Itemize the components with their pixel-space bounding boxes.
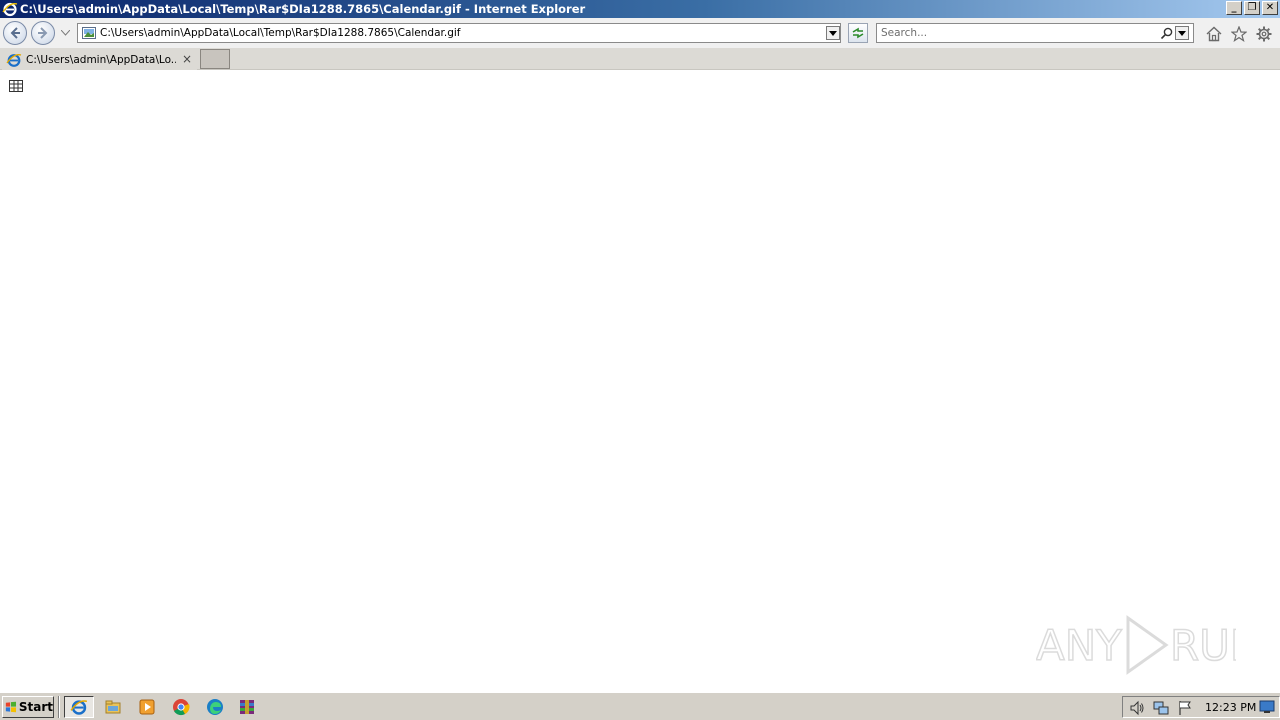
search-icon[interactable] bbox=[1160, 27, 1173, 40]
edge-icon bbox=[207, 699, 223, 715]
back-button[interactable] bbox=[3, 21, 27, 45]
address-bar[interactable]: C:\Users\admin\AppData\Local\Temp\Rar$DI… bbox=[77, 23, 841, 43]
tab-close-icon[interactable]: × bbox=[181, 53, 193, 65]
restore-button[interactable]: ❐ bbox=[1244, 1, 1260, 15]
taskbar-internet-explorer[interactable] bbox=[64, 696, 94, 718]
anyrun-watermark-logo: ANY RUN bbox=[1036, 615, 1236, 675]
network-icon[interactable] bbox=[1153, 700, 1169, 716]
system-tray: 12:23 PM bbox=[1122, 696, 1280, 718]
tab-label: C:\Users\admin\AppData\Lo... bbox=[26, 53, 176, 66]
recent-pages-chevron-icon[interactable] bbox=[61, 30, 70, 36]
winrar-icon bbox=[240, 700, 254, 714]
page-content: ANY RUN bbox=[0, 70, 1280, 692]
tab-bar: C:\Users\admin\AppData\Lo... × bbox=[0, 48, 1280, 70]
svg-text:ANY: ANY bbox=[1036, 621, 1122, 670]
taskbar-separator bbox=[58, 696, 60, 718]
taskbar-edge[interactable] bbox=[200, 696, 230, 718]
search-dropdown-button[interactable] bbox=[1175, 26, 1189, 40]
windows-flag-icon bbox=[5, 701, 17, 713]
back-icon bbox=[10, 27, 20, 39]
chevron-down-icon bbox=[829, 30, 837, 36]
search-box[interactable] bbox=[876, 23, 1194, 43]
volume-icon[interactable] bbox=[1129, 700, 1145, 716]
navigation-bar: C:\Users\admin\AppData\Local\Temp\Rar$DI… bbox=[0, 18, 1280, 48]
show-desktop-icon[interactable] bbox=[1259, 700, 1275, 714]
close-button[interactable]: ✕ bbox=[1262, 1, 1278, 15]
favorites-star-icon[interactable] bbox=[1231, 26, 1247, 42]
internet-explorer-icon bbox=[6, 53, 22, 67]
action-center-flag-icon[interactable] bbox=[1177, 700, 1193, 716]
svg-text:RUN: RUN bbox=[1170, 621, 1236, 670]
refresh-icon bbox=[852, 27, 864, 39]
system-clock[interactable]: 12:23 PM bbox=[1205, 701, 1256, 714]
internet-explorer-icon bbox=[2, 2, 18, 17]
new-tab-button[interactable] bbox=[200, 49, 230, 69]
window-title: C:\Users\admin\AppData\Local\Temp\Rar$DI… bbox=[20, 2, 586, 16]
window-controls: _ ❐ ✕ bbox=[1226, 1, 1278, 15]
chevron-down-icon bbox=[1178, 30, 1186, 36]
refresh-button[interactable] bbox=[848, 23, 868, 43]
image-file-icon bbox=[82, 27, 96, 39]
taskbar-media-player[interactable] bbox=[132, 696, 162, 718]
home-icon[interactable] bbox=[1206, 26, 1222, 42]
forward-icon bbox=[38, 27, 48, 39]
file-explorer-icon bbox=[105, 700, 121, 714]
taskbar-winrar[interactable] bbox=[232, 696, 262, 718]
taskbar-file-explorer[interactable] bbox=[98, 696, 128, 718]
forward-button[interactable] bbox=[31, 21, 55, 45]
taskbar: Start 12:23 PM bbox=[0, 692, 1280, 720]
taskbar-chrome[interactable] bbox=[166, 696, 196, 718]
address-text: C:\Users\admin\AppData\Local\Temp\Rar$DI… bbox=[100, 27, 461, 39]
title-bar: C:\Users\admin\AppData\Local\Temp\Rar$DI… bbox=[0, 0, 1280, 18]
tab-calendar-gif[interactable]: C:\Users\admin\AppData\Lo... × bbox=[2, 49, 197, 70]
tools-gear-icon[interactable] bbox=[1256, 26, 1272, 42]
start-label: Start bbox=[18, 700, 53, 714]
search-input[interactable] bbox=[881, 27, 1151, 39]
broken-image-icon bbox=[9, 80, 23, 92]
start-button[interactable]: Start bbox=[2, 696, 54, 718]
minimize-button[interactable]: _ bbox=[1226, 1, 1242, 15]
media-player-icon bbox=[139, 699, 155, 715]
chrome-icon bbox=[173, 699, 190, 716]
address-dropdown-button[interactable] bbox=[826, 26, 840, 40]
internet-explorer-icon bbox=[70, 700, 88, 715]
